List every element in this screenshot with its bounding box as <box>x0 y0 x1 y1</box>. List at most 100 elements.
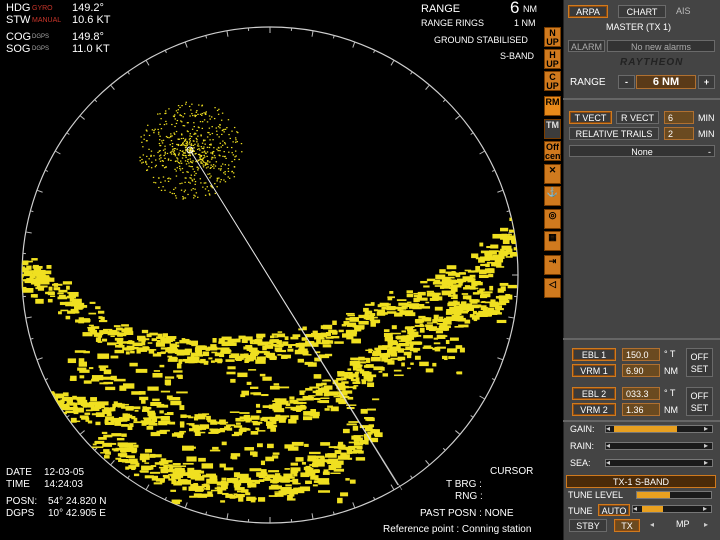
date-value: 12-03-05 <box>44 467 85 478</box>
cursor-range-label: RNG : <box>455 491 483 502</box>
cog-source: DGPS <box>32 34 50 40</box>
range-value: 6 <box>510 0 520 17</box>
brand-logo: RAYTHEON <box>620 57 684 68</box>
ebl2-value-field[interactable]: 033.3 <box>622 387 660 400</box>
sog-source: DGPS <box>32 46 50 52</box>
gain-label: GAIN: <box>570 424 595 434</box>
reference-point: Reference point : Conning station <box>383 524 532 535</box>
master-status: MASTER (TX 1) <box>606 22 672 32</box>
trails-time-unit: MIN <box>698 129 715 139</box>
anchor-icon[interactable]: ⚓ <box>544 186 561 206</box>
pulse-left-arrow-icon[interactable]: ◂ <box>650 520 654 529</box>
cog-label: COG <box>6 31 32 43</box>
off-cent-icon[interactable]: Off cent <box>544 141 564 161</box>
speaker-mute-icon[interactable]: ◁ <box>544 278 561 298</box>
transceiver-button[interactable]: TX-1 S-BAND <box>566 475 716 488</box>
tune-fill <box>642 506 663 512</box>
gain-right-arrow-icon[interactable]: ▸ <box>704 424 708 433</box>
range-decrease-button[interactable]: - <box>618 75 635 89</box>
tune-label: TUNE <box>568 506 593 516</box>
true-motion-icon[interactable]: TM <box>544 119 561 139</box>
offset1-button[interactable]: OFF SET <box>686 348 713 377</box>
vrm2-value-field[interactable]: 1.36 <box>622 403 660 416</box>
cursor-bearing-label: T BRG : <box>446 479 482 490</box>
stabilisation-mode: GROUND STABILISED <box>434 35 528 45</box>
cross-icon[interactable]: ✕ <box>544 164 561 184</box>
standby-button[interactable]: STBY <box>569 519 607 532</box>
range-rings-label: RANGE RINGS <box>421 18 485 28</box>
exit-icon[interactable]: ⇥ <box>544 255 561 275</box>
rain-left-arrow-icon[interactable]: ◂ <box>606 441 610 450</box>
tab-ais[interactable]: AIS <box>676 6 691 16</box>
past-position: PAST POSN : NONE <box>420 508 514 519</box>
tab-arpa[interactable]: ARPA <box>568 5 608 18</box>
alarm-button[interactable]: ALARM <box>568 40 605 52</box>
tune-auto-button[interactable]: AUTO <box>598 504 630 516</box>
rain-right-arrow-icon[interactable]: ▸ <box>704 441 708 450</box>
time-label: TIME <box>6 479 30 490</box>
posn-value: 54° 24.820 N <box>48 496 107 507</box>
vector-time-field[interactable]: 6 <box>664 111 694 124</box>
vrm1-value-field[interactable]: 6.90 <box>622 364 660 377</box>
north-up-icon[interactable]: N UP <box>544 27 561 47</box>
range-label: RANGE <box>421 3 461 15</box>
range-rings-value: 1 NM <box>514 18 536 28</box>
ebl2-unit: ° T <box>664 388 676 398</box>
dgps-label: DGPS <box>6 508 35 519</box>
tune-left-arrow-icon[interactable]: ◂ <box>633 504 637 513</box>
range-control-label: RANGE <box>570 77 606 88</box>
pulse-mode-label: MP <box>676 519 690 529</box>
vrm2-button[interactable]: VRM 2 <box>572 403 616 416</box>
tab-chart[interactable]: CHART <box>618 5 666 18</box>
ebl2-button[interactable]: EBL 2 <box>572 387 616 400</box>
posn-label: POSN: <box>6 496 38 507</box>
vrm1-unit: NM <box>664 366 678 376</box>
sea-label: SEA: <box>570 458 591 468</box>
ebl1-unit: ° T <box>664 349 676 359</box>
vrm2-unit: NM <box>664 405 678 415</box>
date-label: DATE <box>6 467 32 478</box>
range-increase-button[interactable]: + <box>698 75 715 89</box>
sea-right-arrow-icon[interactable]: ▸ <box>704 458 708 467</box>
relative-trails-button[interactable]: RELATIVE TRAILS <box>569 127 659 140</box>
trails-dropdown[interactable]: None - <box>569 145 715 157</box>
dropdown-chevron-icon: - <box>708 147 711 157</box>
head-up-icon[interactable]: H UP <box>544 49 561 69</box>
ebl1-button[interactable]: EBL 1 <box>572 348 616 361</box>
transmit-button[interactable]: TX <box>614 519 640 532</box>
vector-time-unit: MIN <box>698 113 715 123</box>
hdg-value: 149.2° <box>72 2 104 14</box>
stw-value: 10.6 KT <box>72 14 111 26</box>
stw-source: MANUAL <box>32 17 62 24</box>
alarm-status: No new alarms <box>607 40 715 52</box>
rain-slider[interactable] <box>605 442 713 450</box>
divider <box>563 338 720 340</box>
band-indicator: S-BAND <box>500 51 535 61</box>
divider <box>563 420 720 422</box>
dgps-value: 10° 42.905 E <box>48 508 106 519</box>
hdg-source: GYRO <box>32 5 53 12</box>
pulse-right-arrow-icon[interactable]: ▸ <box>704 520 708 529</box>
offset2-button[interactable]: OFF SET <box>686 387 713 416</box>
map-icon[interactable]: ▦ <box>544 231 561 251</box>
vrm1-button[interactable]: VRM 1 <box>572 364 616 377</box>
rain-label: RAIN: <box>570 441 595 451</box>
tune-level-label: TUNE LEVEL <box>568 490 624 500</box>
relative-vector-button[interactable]: R VECT <box>616 111 659 124</box>
true-vector-button[interactable]: T VECT <box>569 111 612 124</box>
tune-right-arrow-icon[interactable]: ▸ <box>703 504 707 513</box>
gain-left-arrow-icon[interactable]: ◂ <box>606 424 610 433</box>
ebl1-value-field[interactable]: 150.0 <box>622 348 660 361</box>
sea-left-arrow-icon[interactable]: ◂ <box>606 458 610 467</box>
relative-motion-icon[interactable]: RM <box>544 96 561 116</box>
course-up-icon[interactable]: C UP <box>544 71 561 91</box>
radar-ppi-display[interactable] <box>0 0 540 540</box>
divider <box>563 98 720 100</box>
trails-dropdown-value: None <box>631 147 653 157</box>
mode-icon-column: N UP H UP C UP RM TM Off cent ✕ ⚓ ◎ ▦ ⇥ ◁ <box>541 0 564 305</box>
time-value: 14:24:03 <box>44 479 83 490</box>
sea-slider[interactable] <box>605 459 713 467</box>
target-icon[interactable]: ◎ <box>544 209 561 229</box>
trails-time-field[interactable]: 2 <box>664 127 694 140</box>
range-unit: NM <box>523 4 537 14</box>
